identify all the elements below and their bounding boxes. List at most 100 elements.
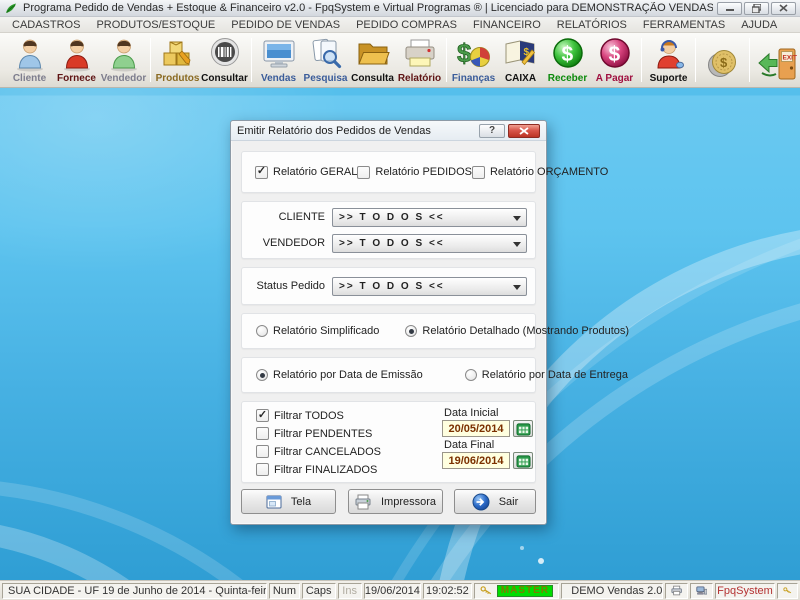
printer-icon bbox=[354, 494, 372, 510]
status-bar: SUA CIDADE - UF 19 de Junho de 2014 - Qu… bbox=[0, 580, 800, 600]
toolbar-button-vendas[interactable]: Vendas bbox=[255, 34, 302, 86]
toolbar-button-consultar[interactable]: Consultar bbox=[201, 34, 248, 86]
status-date: 19/06/2014 bbox=[364, 583, 421, 599]
checkbox-filtrar-todos[interactable]: Filtrar TODOS bbox=[256, 409, 381, 422]
status-keys[interactable] bbox=[777, 583, 798, 599]
menu-item-financeiro[interactable]: FINANCEIRO bbox=[465, 19, 549, 31]
menu-item-relatorios[interactable]: RELATÓRIOS bbox=[549, 19, 635, 31]
toolbar-button-relatorio[interactable]: Relatório bbox=[396, 34, 443, 86]
report-printer-icon bbox=[402, 36, 438, 72]
exit-arrow-icon bbox=[472, 493, 490, 511]
window-titlebar: Programa Pedido de Vendas + Estoque & Fi… bbox=[0, 0, 800, 17]
impressora-button[interactable]: Impressora bbox=[348, 489, 443, 514]
status-pedido-select[interactable]: >> T O D O S << bbox=[332, 277, 527, 296]
status-time: 19:02:52 bbox=[423, 583, 472, 599]
svg-text:$: $ bbox=[608, 43, 620, 66]
checkbox-box bbox=[472, 166, 485, 179]
radio-relatorio-simplificado[interactable]: Relatório Simplificado bbox=[256, 325, 379, 337]
close-window-button[interactable] bbox=[771, 2, 796, 15]
toolbar-button-caixa[interactable]: $ CAIXA bbox=[497, 34, 544, 86]
menu-bar: CADASTROS PRODUTOS/ESTOQUE PEDIDO DE VEN… bbox=[0, 17, 800, 33]
finance-money-pie-icon: $ bbox=[456, 36, 492, 72]
status-app: DEMO Vendas 2.0 bbox=[561, 583, 663, 599]
toolbar-button-cliente[interactable]: Cliente bbox=[6, 34, 53, 86]
data-inicial-calendar-button[interactable] bbox=[513, 420, 533, 437]
support-person-icon bbox=[651, 36, 687, 72]
toolbar-separator bbox=[150, 38, 151, 82]
barcode-search-icon bbox=[207, 36, 243, 72]
menu-item-pedido-de-vendas[interactable]: PEDIDO DE VENDAS bbox=[223, 19, 348, 31]
dialog-titlebar: Emitir Relatório dos Pedidos de Vendas ? bbox=[231, 121, 546, 141]
toolbar-separator bbox=[695, 38, 696, 82]
toolbar-button-receber[interactable]: $ Receber bbox=[544, 34, 591, 86]
toolbar-button-coin[interactable]: $ bbox=[699, 34, 746, 86]
checkbox-filtrar-cancelados[interactable]: Filtrar CANCELADOS bbox=[256, 445, 381, 458]
dialog-title: Emitir Relatório dos Pedidos de Vendas bbox=[237, 125, 479, 137]
tela-button[interactable]: Tela bbox=[241, 489, 336, 514]
checkbox-relatorio-geral[interactable]: Relatório GERAL bbox=[255, 166, 357, 179]
date-basis-group: Relatório por Data de Emissão Relatório … bbox=[241, 357, 536, 393]
toolbar-button-pesquisa[interactable]: Pesquisa bbox=[302, 34, 349, 86]
menu-item-produtos-estoque[interactable]: PRODUTOS/ESTOQUE bbox=[88, 19, 223, 31]
cliente-select[interactable]: >> T O D O S << bbox=[332, 208, 527, 227]
status-brand: FpqSystem bbox=[715, 583, 774, 599]
toolbar-button-produtos[interactable]: Produtos bbox=[154, 34, 201, 86]
client-person-icon bbox=[13, 36, 47, 72]
printer-icon bbox=[671, 585, 682, 596]
checkbox-relatorio-orcamento[interactable]: Relatório ORÇAMENTO bbox=[472, 166, 608, 179]
keys-icon bbox=[480, 585, 493, 596]
status-num: Num bbox=[269, 583, 300, 599]
menu-item-cadastros[interactable]: CADASTROS bbox=[4, 19, 88, 31]
restore-button[interactable] bbox=[744, 2, 769, 15]
radio-circle bbox=[405, 325, 417, 337]
status-location: SUA CIDADE - UF 19 de Junho de 2014 - Qu… bbox=[2, 583, 267, 599]
supplier-person-icon bbox=[60, 36, 94, 72]
vendedor-label: VENDEDOR bbox=[250, 237, 325, 249]
radio-circle bbox=[465, 369, 477, 381]
status-user-badge: MASTER bbox=[497, 585, 554, 597]
checkbox-filtrar-pendentes[interactable]: Filtrar PENDENTES bbox=[256, 427, 381, 440]
svg-text:EXIT: EXIT bbox=[782, 55, 796, 62]
radio-relatorio-detalhado[interactable]: Relatório Detalhado (Mostrando Produtos) bbox=[405, 325, 629, 337]
status-printer[interactable] bbox=[665, 583, 688, 599]
data-inicial-field[interactable]: 20/05/2014 bbox=[442, 420, 510, 437]
keys-icon bbox=[783, 585, 792, 596]
status-pedido-label: Status Pedido bbox=[250, 280, 325, 292]
data-final-field[interactable]: 19/06/2014 bbox=[442, 452, 510, 469]
toolbar-button-exit[interactable]: EXIT bbox=[753, 34, 800, 86]
dialog-help-button[interactable]: ? bbox=[479, 124, 505, 138]
menu-item-ferramentas[interactable]: FERRAMENTAS bbox=[635, 19, 733, 31]
radio-data-entrega[interactable]: Relatório por Data de Entrega bbox=[465, 369, 628, 381]
toolbar-separator bbox=[446, 38, 447, 82]
search-documents-icon bbox=[308, 36, 344, 72]
svg-text:$: $ bbox=[561, 43, 573, 66]
checkbox-filtrar-finalizados[interactable]: Filtrar FINALIZADOS bbox=[256, 463, 381, 476]
toolbar-button-suporte[interactable]: Suporte bbox=[645, 34, 692, 86]
toolbar-button-fornece[interactable]: Fornece bbox=[53, 34, 100, 86]
pay-money-icon: $ bbox=[597, 36, 633, 72]
toolbar-button-consulta[interactable]: Consulta bbox=[349, 34, 396, 86]
status-network[interactable] bbox=[690, 583, 713, 599]
data-final-calendar-button[interactable] bbox=[513, 452, 533, 469]
menu-item-ajuda[interactable]: AJUDA bbox=[733, 19, 785, 31]
folder-icon bbox=[355, 36, 391, 72]
cashbook-icon: $ bbox=[503, 36, 539, 72]
toolbar: Cliente Fornece Vendedor bbox=[0, 33, 800, 88]
status-filter-group: Status Pedido >> T O D O S << bbox=[241, 267, 536, 305]
radio-circle bbox=[256, 369, 268, 381]
radio-data-emissao[interactable]: Relatório por Data de Emissão bbox=[256, 369, 423, 381]
vendedor-select[interactable]: >> T O D O S << bbox=[332, 234, 527, 253]
checkbox-box bbox=[256, 445, 269, 458]
toolbar-button-financas[interactable]: $ Finanças bbox=[450, 34, 497, 86]
status-user: MASTER bbox=[474, 583, 560, 599]
sair-button[interactable]: Sair bbox=[454, 489, 536, 514]
wallpaper-dot bbox=[538, 558, 544, 564]
menu-item-pedido-compras[interactable]: PEDIDO COMPRAS bbox=[348, 19, 465, 31]
dialog-close-button[interactable] bbox=[508, 124, 540, 138]
minimize-button[interactable] bbox=[717, 2, 742, 15]
toolbar-button-vendedor[interactable]: Vendedor bbox=[100, 34, 147, 86]
data-inicial-label: Data Inicial bbox=[444, 407, 534, 419]
checkbox-relatorio-pedidos[interactable]: Relatório PEDIDOS bbox=[357, 166, 472, 179]
party-filter-group: CLIENTE >> T O D O S << VENDEDOR >> T O … bbox=[241, 201, 536, 259]
toolbar-button-a-pagar[interactable]: $ A Pagar bbox=[591, 34, 638, 86]
